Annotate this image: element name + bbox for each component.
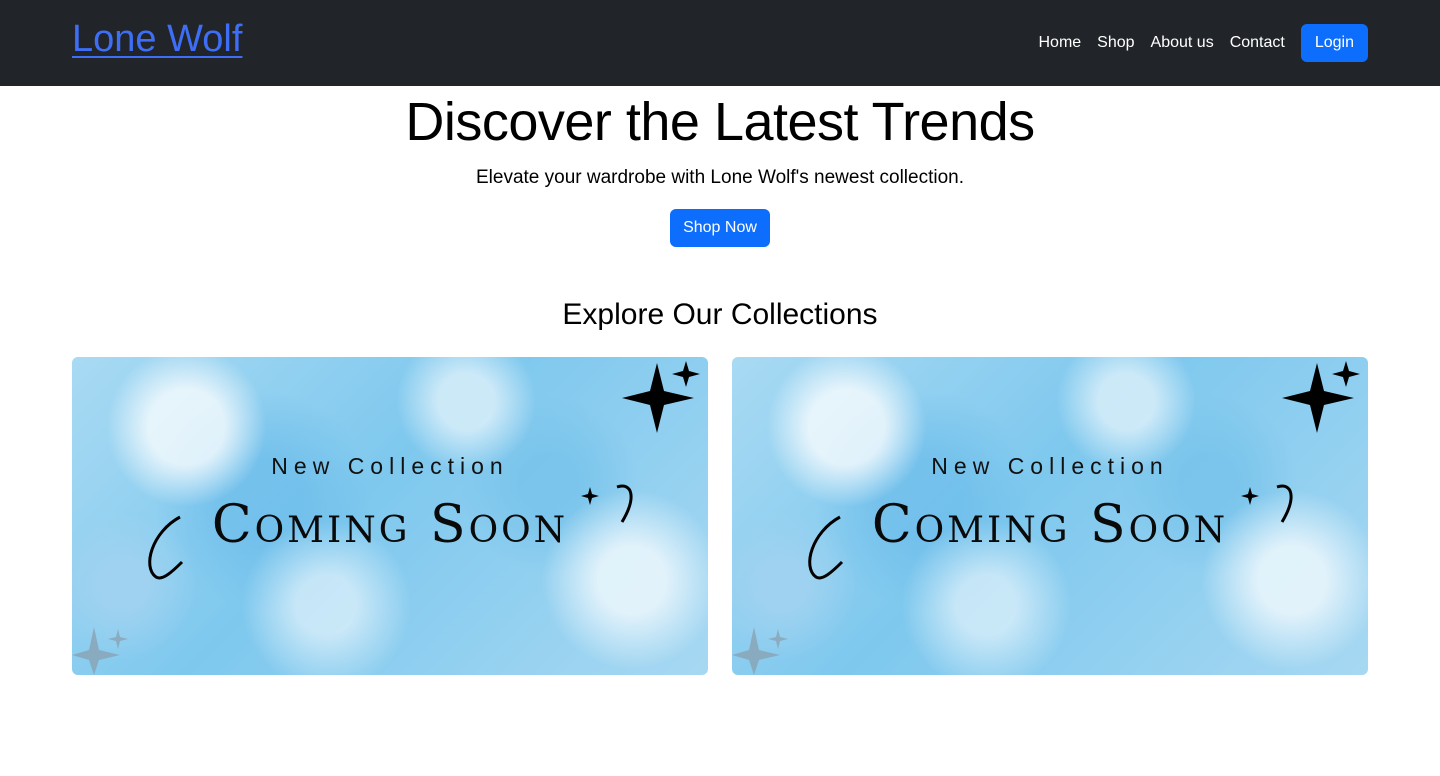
hero-title: Discover the Latest Trends <box>405 92 1035 152</box>
card-kicker: New Collection <box>271 453 509 480</box>
collections-heading: Explore Our Collections <box>562 298 878 332</box>
brand-link[interactable]: Lone Wolf <box>72 20 242 58</box>
hero-subtitle: Elevate your wardrobe with Lone Wolf's n… <box>475 167 965 189</box>
shop-now-button[interactable]: Shop Now <box>670 209 770 248</box>
card-title: Coming Soon <box>871 495 1229 556</box>
collections-grid: New Collection Coming Soon New Collectio… <box>0 357 1440 676</box>
card-kicker: New Collection <box>931 453 1169 480</box>
collection-card[interactable]: New Collection Coming Soon <box>72 357 708 676</box>
nav-links: Home Shop About us Contact Login <box>1038 24 1368 62</box>
navbar: Lone Wolf Home Shop About us Contact Log… <box>0 0 1440 86</box>
nav-link-about[interactable]: About us <box>1151 34 1214 52</box>
nav-link-shop[interactable]: Shop <box>1097 34 1134 52</box>
nav-link-home[interactable]: Home <box>1038 34 1081 52</box>
hero-section: Discover the Latest Trends Elevate your … <box>0 92 1440 248</box>
collection-card[interactable]: New Collection Coming Soon <box>732 357 1368 676</box>
login-button[interactable]: Login <box>1300 24 1368 62</box>
card-title: Coming Soon <box>211 495 569 556</box>
nav-link-contact[interactable]: Contact <box>1230 34 1285 52</box>
